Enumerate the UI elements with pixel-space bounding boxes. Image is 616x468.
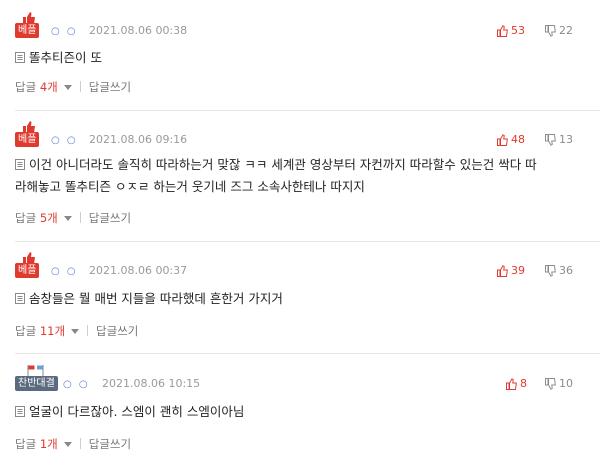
comment-meta: 찬반대결 ○ ○ 2021.08.06 10:15 8 10: [15, 365, 600, 393]
dislike-count: 36: [559, 264, 573, 277]
divider: [79, 212, 81, 223]
reply-label: 답글: [15, 437, 37, 451]
comment-list: 베플 ○ ○ 2021.08.06 00:38 53 22 똘추티즌이 또 답글…: [0, 0, 616, 468]
reply-label: 답글: [15, 80, 37, 94]
comment-timestamp: 2021.08.06 10:15: [102, 377, 201, 390]
comment-timestamp: 2021.08.06 00:38: [89, 24, 188, 37]
divider: [79, 81, 81, 92]
like-count: 48: [511, 133, 525, 146]
divider: [87, 325, 89, 336]
write-reply-link[interactable]: 답글쓰기: [89, 211, 131, 225]
comment-line: 똘추티즌이 또: [29, 50, 102, 65]
comment-text: 똘추티즌이 또: [15, 47, 600, 69]
document-icon: [15, 159, 25, 170]
document-icon: [15, 293, 25, 304]
thumbs-up-icon: [497, 134, 508, 146]
dislike-count: 10: [559, 377, 573, 390]
reply-label: 답글: [15, 324, 37, 338]
divider: [15, 241, 600, 242]
comment-text: 얼굴이 다르잖아. 스엠이 괜히 스엠이아님: [15, 401, 600, 423]
best-badge-container: 베플: [15, 121, 45, 149]
thumbs-down-icon: [545, 25, 556, 37]
comment-meta: 베플 ○ ○ 2021.08.06 00:37 39 36: [15, 252, 600, 280]
best-badge: 베플: [15, 132, 40, 147]
write-reply-link[interactable]: 답글쓰기: [89, 80, 131, 94]
reply-count: 1개: [39, 437, 58, 451]
reply-toggle[interactable]: 답글 4개: [15, 80, 78, 94]
comment-meta: 베플 ○ ○ 2021.08.06 09:16 48 13: [15, 121, 600, 149]
comment-line: 솜창들은 뭘 매번 지들을 따라했데 흔한거 가지거: [29, 291, 283, 306]
comment-timestamp: 2021.08.06 09:16: [89, 133, 188, 146]
caret-down-icon: [63, 442, 72, 447]
like-count: 8: [520, 377, 527, 390]
divider: [15, 110, 600, 111]
caret-down-icon: [63, 85, 72, 90]
divider: [79, 438, 81, 449]
thumbs-up-icon: [497, 265, 508, 277]
vs-badge-container: 찬반대결: [15, 365, 59, 393]
best-badge-container: 베플: [15, 12, 45, 40]
comment-actions: 답글 1개 답글쓰기: [15, 436, 131, 452]
reply-toggle[interactable]: 답글 1개: [15, 437, 78, 451]
dislike-count: 13: [559, 133, 573, 146]
write-reply-link[interactable]: 답글쓰기: [89, 437, 131, 451]
write-reply-link[interactable]: 답글쓰기: [96, 324, 138, 338]
thumbs-up-icon: [497, 25, 508, 37]
like-count: 53: [511, 24, 525, 37]
best-badge: 베플: [15, 263, 40, 278]
comment-line: 라해놓고 똘추티즌 ㅇㅈㄹ 하는거 웃기네 즈그 소속사한테나 따지지: [15, 179, 365, 194]
best-badge-container: 베플: [15, 252, 45, 280]
comment-line: 이건 아니더라도 솔직히 따라하는거 맞잖 ㅋㅋ 세계관 영상부터 자컨까지 따…: [29, 157, 537, 172]
dislike-count: 22: [559, 24, 573, 37]
like-button[interactable]: 48: [497, 132, 525, 148]
comment-meta: 베플 ○ ○ 2021.08.06 00:38 53 22: [15, 12, 600, 40]
like-button[interactable]: 39: [497, 263, 525, 279]
like-button[interactable]: 8: [506, 376, 527, 392]
like-button[interactable]: 53: [497, 23, 525, 39]
comment-line: 얼굴이 다르잖아. 스엠이 괜히 스엠이아님: [29, 404, 245, 419]
thumbs-down-icon: [545, 378, 556, 390]
comment-text: 이건 아니더라도 솔직히 따라하는거 맞잖 ㅋㅋ 세계관 영상부터 자컨까지 따…: [15, 154, 600, 198]
dislike-button[interactable]: 22: [545, 23, 573, 39]
like-count: 39: [511, 264, 525, 277]
best-badge: 베플: [15, 23, 40, 38]
comment-actions: 답글 4개 답글쓰기: [15, 79, 131, 95]
divider: [15, 353, 600, 354]
dislike-button[interactable]: 10: [545, 376, 573, 392]
caret-down-icon: [71, 329, 80, 334]
caret-down-icon: [63, 216, 72, 221]
document-icon: [15, 52, 25, 63]
comment-actions: 답글 11개 답글쓰기: [15, 323, 138, 339]
document-icon: [15, 406, 25, 417]
reply-label: 답글: [15, 211, 37, 225]
dislike-button[interactable]: 13: [545, 132, 573, 148]
comment-actions: 답글 5개 답글쓰기: [15, 210, 131, 226]
dislike-button[interactable]: 36: [545, 263, 573, 279]
reply-toggle[interactable]: 답글 11개: [15, 324, 85, 338]
reply-count: 4개: [39, 80, 58, 94]
user-dots: ○ ○: [63, 379, 90, 390]
comment-timestamp: 2021.08.06 00:37: [89, 264, 188, 277]
thumbs-down-icon: [545, 265, 556, 277]
comment-text: 솜창들은 뭘 매번 지들을 따라했데 흔한거 가지거: [15, 288, 600, 310]
vs-badge: 찬반대결: [15, 376, 58, 391]
thumbs-up-icon: [506, 378, 517, 390]
thumbs-down-icon: [545, 134, 556, 146]
user-dots: ○ ○: [51, 266, 78, 277]
user-dots: ○ ○: [51, 26, 78, 37]
reply-toggle[interactable]: 답글 5개: [15, 211, 78, 225]
user-dots: ○ ○: [51, 135, 78, 146]
reply-count: 11개: [39, 324, 66, 338]
reply-count: 5개: [39, 211, 58, 225]
